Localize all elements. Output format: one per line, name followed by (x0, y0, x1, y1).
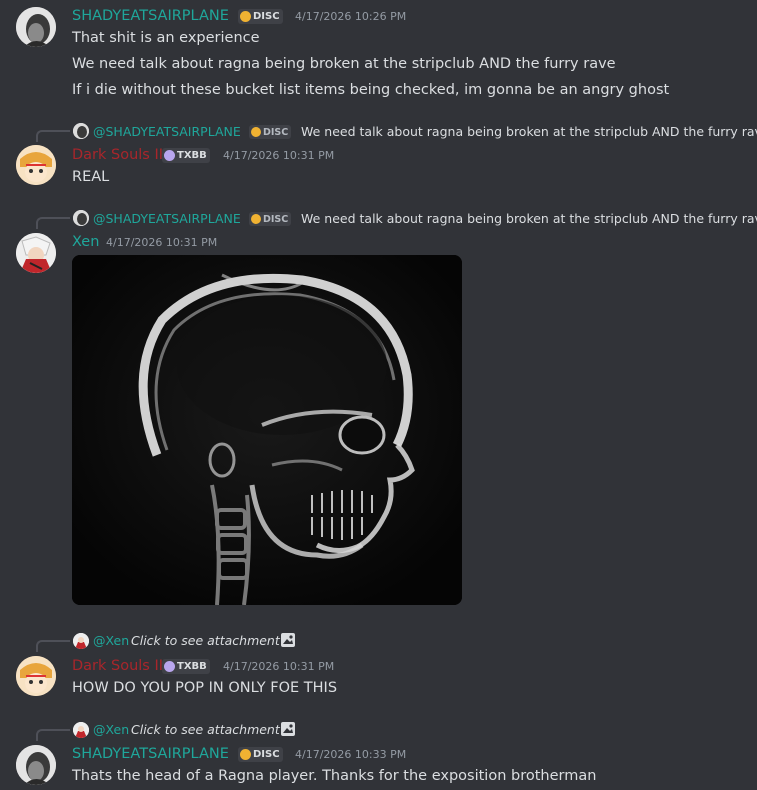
avatar[interactable] (16, 745, 56, 785)
tag-label: DISC (253, 749, 280, 760)
avatar[interactable] (16, 656, 56, 696)
reply-avatar[interactable] (73, 722, 89, 738)
tag-label: TXBB (177, 150, 207, 161)
reply-avatar-image (73, 633, 89, 649)
reply-avatar-image (73, 123, 89, 139)
username[interactable]: SHADYEATSAIRPLANE (72, 7, 229, 25)
image-icon[interactable] (280, 632, 296, 648)
image-icon-glyph (281, 633, 295, 647)
image-icon-glyph (281, 722, 295, 736)
message-text: HOW DO YOU POP IN ONLY FOE THIS (72, 680, 338, 696)
avatar[interactable] (16, 145, 56, 185)
skull-xray-image[interactable] (72, 255, 462, 605)
tag-icon (251, 214, 261, 224)
avatar-image (16, 745, 56, 785)
username[interactable]: Dark Souls II (72, 657, 163, 675)
message-text: We need talk about ragna being broken at… (72, 56, 616, 72)
reply-tag: DISC (249, 125, 292, 139)
avatar[interactable] (16, 233, 56, 273)
reply-preview[interactable]: We need talk about ragna being broken at… (301, 211, 757, 227)
image-icon[interactable] (280, 721, 296, 737)
message-text: REAL (72, 169, 110, 185)
reply-avatar-image (73, 210, 89, 226)
message-text: If i die without these bucket list items… (72, 82, 670, 98)
tag-icon (240, 11, 251, 22)
username[interactable]: Xen (72, 233, 99, 251)
avatar-image (16, 145, 56, 185)
reply-spine (36, 640, 70, 652)
reply-mention[interactable]: @Xen (93, 633, 129, 649)
tag-label: TXBB (177, 661, 207, 672)
reply-avatar[interactable] (73, 210, 89, 226)
reply-mention[interactable]: @Xen (93, 722, 129, 738)
reply-tag: DISC (249, 212, 292, 226)
username[interactable]: SHADYEATSAIRPLANE (72, 745, 229, 763)
server-tag[interactable]: DISC (238, 747, 283, 762)
reply-spine (36, 130, 70, 142)
timestamp: 4/17/2026 10:31 PM (106, 236, 218, 249)
avatar[interactable] (16, 7, 56, 47)
attachment-image (72, 255, 462, 605)
tag-icon (164, 661, 175, 672)
server-tag[interactable]: TXBB (162, 659, 210, 674)
avatar-image (16, 656, 56, 696)
message-text: That shit is an experience (72, 30, 260, 46)
reply-spine (36, 217, 70, 229)
tag-icon (240, 749, 251, 760)
tag-label: DISC (263, 126, 289, 138)
message-text: Thats the head of a Ragna player. Thanks… (72, 768, 597, 784)
reply-spine (36, 729, 70, 741)
reply-avatar[interactable] (73, 633, 89, 649)
avatar-image (16, 7, 56, 47)
reply-mention[interactable]: @SHADYEATSAIRPLANE (93, 124, 241, 140)
tag-icon (164, 150, 175, 161)
server-tag[interactable]: TXBB (162, 148, 210, 163)
username[interactable]: Dark Souls II (72, 146, 163, 164)
tag-label: DISC (253, 11, 280, 22)
reply-preview[interactable]: We need talk about ragna being broken at… (301, 124, 757, 140)
tag-label: DISC (263, 213, 289, 225)
timestamp: 4/17/2026 10:33 PM (295, 748, 407, 761)
reply-avatar-image (73, 722, 89, 738)
reply-mention[interactable]: @SHADYEATSAIRPLANE (93, 211, 241, 227)
reply-avatar[interactable] (73, 123, 89, 139)
reply-preview[interactable]: Click to see attachment (131, 633, 280, 649)
timestamp: 4/17/2026 10:31 PM (223, 660, 335, 673)
server-tag[interactable]: DISC (238, 9, 283, 24)
avatar-image (16, 233, 56, 273)
timestamp: 4/17/2026 10:26 PM (295, 10, 407, 23)
reply-preview[interactable]: Click to see attachment (131, 722, 280, 738)
tag-icon (251, 127, 261, 137)
timestamp: 4/17/2026 10:31 PM (223, 149, 335, 162)
